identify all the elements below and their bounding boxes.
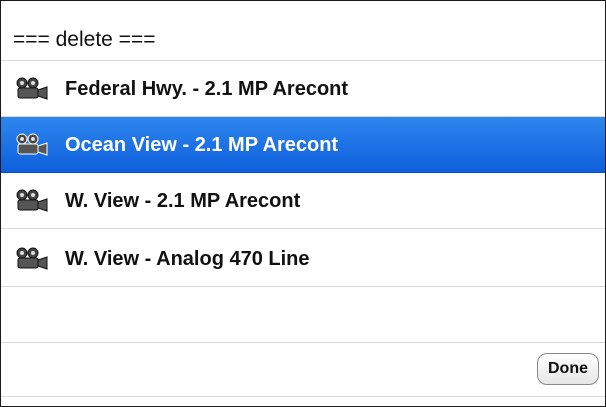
camera-icon [16, 77, 48, 100]
list-item-federal-hwy[interactable]: Federal Hwy. - 2.1 MP Arecont [1, 61, 605, 117]
list-item-label: Ocean View - 2.1 MP Arecont [65, 134, 339, 156]
done-button[interactable]: Done [537, 353, 599, 385]
picker-header: === delete === [1, 1, 605, 61]
camera-icon [16, 247, 48, 270]
list-item-label: Federal Hwy. - 2.1 MP Arecont [65, 78, 349, 100]
camera-icon [16, 133, 48, 156]
list-item-w-view-arecont[interactable]: W. View - 2.1 MP Arecont [1, 173, 605, 229]
list-item-ocean-view[interactable]: Ocean View - 2.1 MP Arecont [1, 117, 605, 173]
header-title: === delete === [13, 28, 156, 51]
camera-icon [16, 189, 48, 212]
list-item-label: W. View - 2.1 MP Arecont [65, 190, 301, 212]
empty-list-row [1, 287, 605, 343]
list-item-w-view-analog[interactable]: W. View - Analog 470 Line [1, 231, 605, 287]
picker-toolbar: Done [1, 343, 605, 397]
list-item-label: W. View - Analog 470 Line [65, 248, 310, 270]
picker-panel: === delete === Federal Hwy. - 2.1 MP Are… [0, 0, 606, 407]
